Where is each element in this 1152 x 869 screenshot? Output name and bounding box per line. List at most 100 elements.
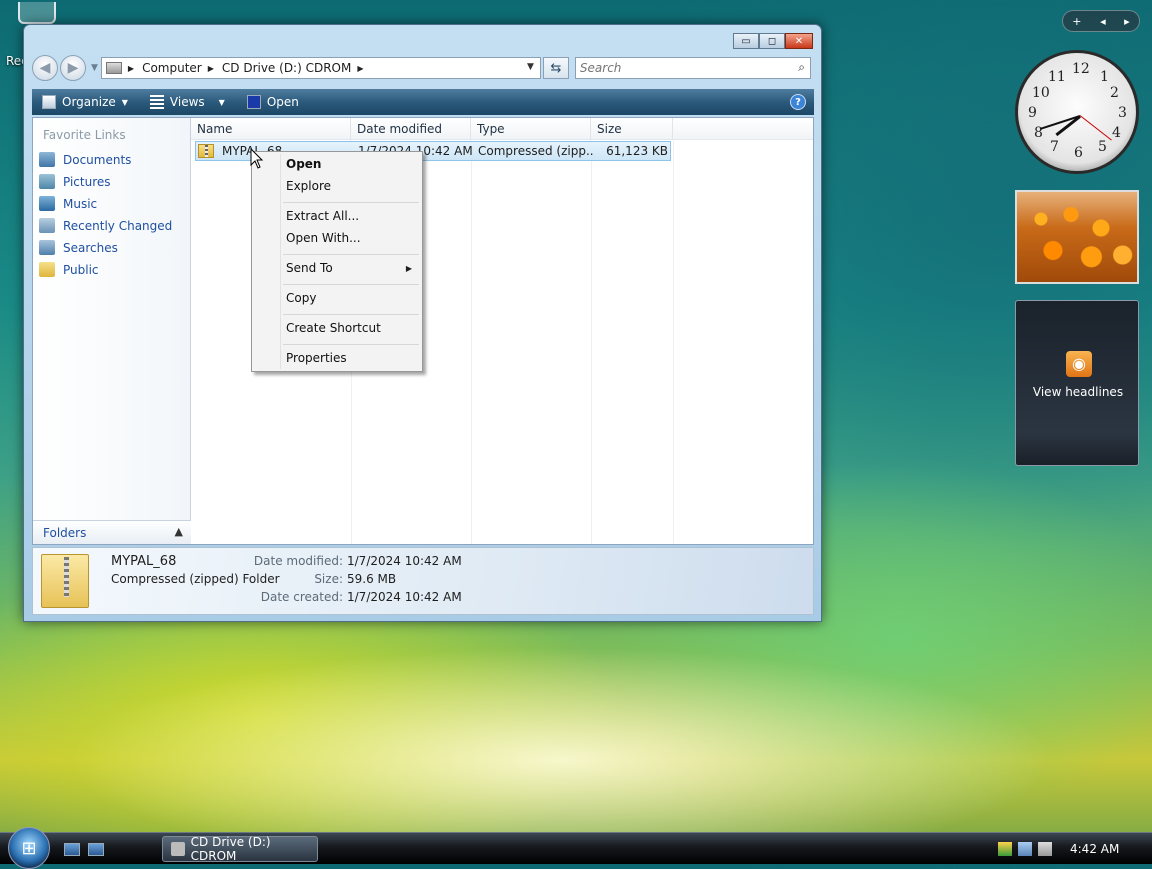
view-headlines-label[interactable]: View headlines	[1016, 385, 1140, 399]
clock-number: 12	[1072, 61, 1090, 77]
cd-drive-icon	[171, 842, 185, 856]
zip-folder-icon	[198, 144, 214, 158]
sidebar-item-public[interactable]: Public	[39, 262, 99, 277]
maximize-button[interactable]: ◻	[759, 33, 785, 49]
menu-item-create-shortcut[interactable]: Create Shortcut	[286, 321, 381, 335]
pictures-icon	[39, 174, 55, 189]
open-button[interactable]: Open	[246, 95, 299, 109]
views-label: Views	[169, 95, 205, 109]
zip-folder-large-icon	[41, 554, 89, 608]
column-header-type[interactable]: Type	[471, 118, 591, 140]
menu-item-copy[interactable]: Copy	[286, 291, 316, 305]
content-pane: Favorite Links Documents Pictures Music …	[32, 117, 814, 545]
sidebar-item-label: Pictures	[63, 174, 111, 189]
organize-icon	[42, 95, 56, 109]
back-button[interactable]: ◀	[32, 55, 58, 81]
recycle-bin-icon[interactable]	[18, 2, 56, 24]
breadcrumb-cd-drive[interactable]: CD Drive (D:) CDROM	[222, 61, 351, 75]
details-date-created-label: Date created:	[260, 590, 343, 604]
clock-second-hand	[1079, 115, 1112, 141]
sidebar-item-recently-changed[interactable]: Recently Changed	[39, 218, 172, 233]
menu-item-send-to[interactable]: Send To	[286, 261, 333, 275]
file-type: Compressed (zipp...	[478, 144, 594, 158]
details-size: 59.6 MB	[347, 572, 397, 586]
show-desktop-icon[interactable]	[64, 843, 80, 856]
favorite-links-title: Favorite Links	[43, 128, 126, 142]
navigation-bar: ◀ ▶ ▼ ▶ Computer ▶ CD Drive (D:) CDROM ▶…	[32, 55, 813, 81]
clock-number: 9	[1028, 105, 1037, 121]
recent-pages-dropdown-icon[interactable]: ▼	[91, 63, 98, 73]
sidebar-item-pictures[interactable]: Pictures	[39, 174, 111, 189]
sidebar-item-label: Documents	[63, 152, 132, 167]
forward-button[interactable]: ▶	[60, 55, 86, 81]
clock-number: 7	[1050, 139, 1059, 155]
column-divider	[471, 140, 472, 544]
sidebar-item-label: Searches	[63, 240, 118, 255]
chevron-up-icon: ▲	[174, 525, 183, 538]
clock-number: 11	[1048, 69, 1066, 85]
file-size: 61,123 KB	[606, 144, 668, 158]
music-icon	[39, 196, 55, 211]
details-date-modified: 1/7/2024 10:42 AM	[347, 554, 462, 568]
menu-item-properties[interactable]: Properties	[286, 351, 347, 365]
clock-number: 1	[1100, 69, 1109, 85]
minimize-button[interactable]: ▭	[733, 33, 759, 49]
searches-icon	[39, 240, 55, 255]
breadcrumb-arrow-icon[interactable]: ▶	[208, 64, 214, 73]
previous-gadget-button[interactable]: ◂	[1100, 15, 1106, 28]
column-header-name[interactable]: Name	[191, 118, 351, 140]
search-icon[interactable]: ⌕	[798, 60, 805, 75]
next-gadget-button[interactable]: ▸	[1124, 15, 1130, 28]
sidebar-item-documents[interactable]: Documents	[39, 152, 131, 167]
clock-gadget[interactable]: 12 1 2 3 4 5 6 7 8 9 10 11	[1015, 50, 1139, 174]
details-name: MYPAL_68	[111, 554, 177, 569]
command-bar: Organize ▼ Views ▼ Open ?	[32, 89, 814, 115]
switch-windows-icon[interactable]	[88, 843, 104, 856]
folders-toggle[interactable]: Folders ▲	[33, 520, 191, 544]
feed-headlines-gadget[interactable]: ◉ View headlines	[1015, 300, 1139, 466]
address-bar[interactable]: ▶ Computer ▶ CD Drive (D:) CDROM ▶ ▼	[100, 57, 541, 79]
clock-number: 4	[1112, 125, 1121, 141]
help-icon[interactable]: ?	[790, 94, 806, 110]
sidebar-item-label: Public	[63, 262, 99, 277]
search-input[interactable]	[579, 61, 780, 75]
sidebar-item-music[interactable]: Music	[39, 196, 97, 211]
submenu-arrow-icon: ▶	[405, 264, 412, 273]
column-header-date-modified[interactable]: Date modified	[351, 118, 471, 140]
organize-label: Organize	[62, 95, 116, 109]
search-box[interactable]: ⌕	[574, 57, 811, 79]
close-button[interactable]: ✕	[785, 33, 813, 49]
chevron-down-icon: ▼	[218, 97, 225, 107]
menu-separator	[283, 344, 419, 345]
menu-separator	[283, 284, 419, 285]
mouse-cursor-icon	[250, 148, 264, 169]
volume-muted-icon[interactable]	[1038, 842, 1052, 856]
details-date-created: 1/7/2024 10:42 AM	[347, 590, 462, 604]
menu-item-explore[interactable]: Explore	[286, 179, 331, 193]
security-center-icon[interactable]	[998, 842, 1012, 856]
breadcrumb-computer[interactable]: Computer	[142, 61, 202, 75]
network-icon[interactable]	[1018, 842, 1032, 856]
address-dropdown-icon[interactable]: ▼	[527, 62, 534, 72]
details-date-modified-label: Date modified:	[253, 554, 343, 568]
start-button[interactable]: ⊞	[8, 827, 50, 869]
taskbar-window-label: CD Drive (D:) CDROM	[190, 835, 271, 863]
organize-button[interactable]: Organize ▼	[42, 95, 128, 109]
add-gadget-button[interactable]: +	[1072, 15, 1081, 28]
sidebar-item-searches[interactable]: Searches	[39, 240, 118, 255]
clock-number: 3	[1118, 105, 1127, 121]
recently-changed-icon	[39, 218, 55, 233]
menu-item-open-with[interactable]: Open With...	[286, 231, 361, 245]
refresh-button[interactable]: ⇆	[542, 57, 569, 79]
breadcrumb-arrow-icon[interactable]: ▶	[357, 64, 363, 73]
column-divider	[673, 140, 674, 544]
menu-item-extract-all[interactable]: Extract All...	[286, 209, 359, 223]
taskbar-window-button[interactable]: CD Drive (D:) CDROM	[162, 835, 318, 863]
menu-item-open[interactable]: Open	[286, 157, 321, 171]
menu-gutter	[280, 154, 281, 369]
slideshow-gadget[interactable]	[1015, 190, 1139, 284]
clock-time[interactable]: 4:42 AM	[1070, 842, 1119, 856]
column-header-size[interactable]: Size	[591, 118, 673, 140]
views-button[interactable]: Views ▼	[149, 95, 225, 109]
breadcrumb-arrow-icon[interactable]: ▶	[128, 64, 134, 73]
